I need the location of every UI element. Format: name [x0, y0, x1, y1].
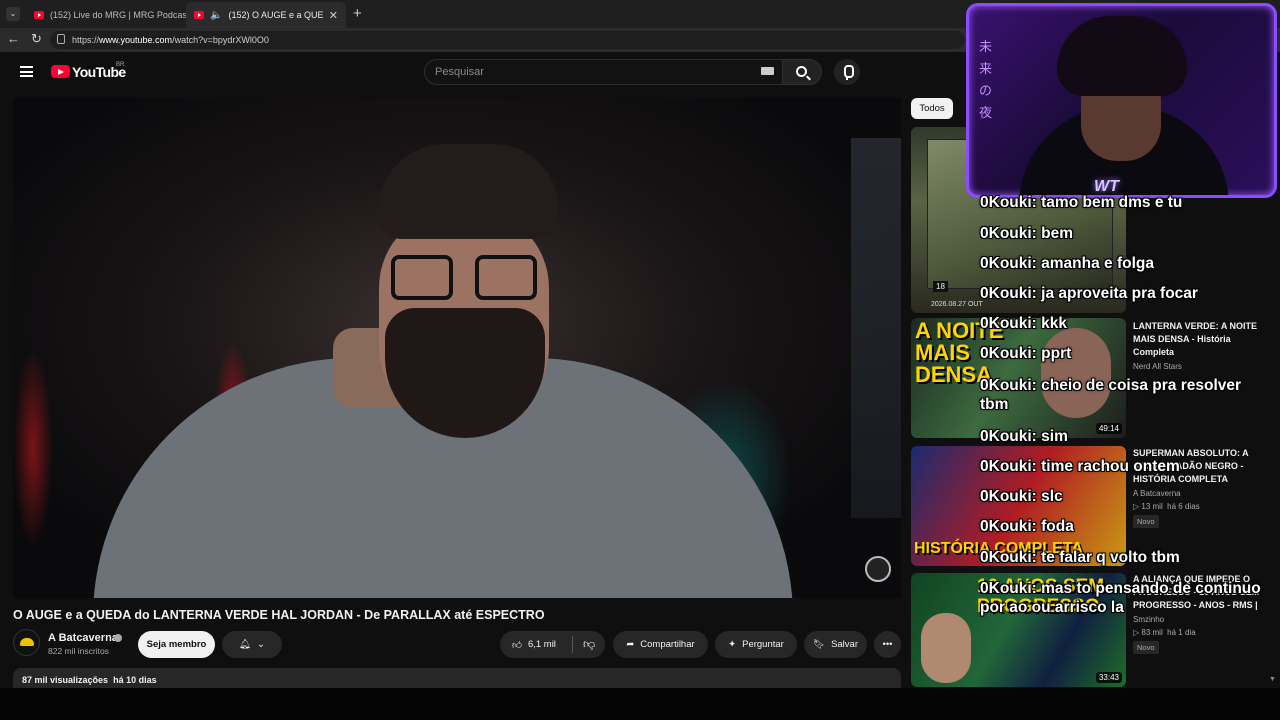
search-button[interactable] [782, 59, 822, 85]
dislike-thumbs-down-icon[interactable]: 👎︎ [583, 637, 595, 652]
tab-mrg-live[interactable]: (152) Live do MRG | MRG Podcast ✕ [26, 2, 186, 28]
glasses-right-lens [475, 255, 537, 300]
chat-message: 0Kouki: sim [980, 428, 1068, 445]
join-member-button[interactable]: Seja membro [138, 631, 215, 658]
sparkle-icon: ✦ [728, 639, 737, 650]
thumb-host-face [921, 613, 971, 683]
channel-watermark-icon[interactable] [865, 556, 891, 582]
close-tab-icon[interactable]: ✕ [329, 9, 338, 22]
chat-message: 0Kouki: bem [980, 225, 1074, 242]
voice-search-mic-icon[interactable] [834, 59, 860, 85]
new-badge: Novo [1133, 641, 1159, 654]
speaker-icon[interactable]: 🔈 [210, 10, 222, 21]
chat-message: 0Kouki: kkk [980, 315, 1068, 332]
more-options-button[interactable]: ••• [874, 631, 901, 658]
upload-date: há 10 dias [113, 675, 157, 685]
new-badge: Novo [1133, 515, 1159, 528]
url-domain: www.youtube.com [99, 35, 173, 45]
save-label: Salvar [831, 639, 858, 650]
like-dislike-divider [572, 636, 573, 653]
verified-check-icon [114, 634, 122, 642]
share-button[interactable]: ➦ Compartilhar [613, 631, 708, 658]
ask-ai-button[interactable]: ✦ Perguntar [715, 631, 797, 658]
subscriber-count: 822 mil inscritos [48, 646, 109, 656]
tab-title: (152) Live do MRG | MRG Podcast [50, 10, 186, 20]
ask-label: Perguntar [742, 639, 784, 650]
channel-name[interactable]: A Batcaverna [48, 632, 118, 644]
menu-hamburger-icon[interactable] [20, 66, 33, 77]
scroll-down-arrow-icon[interactable]: ▼ [1269, 676, 1276, 683]
chat-message: 0Kouki: amanha e folga [980, 255, 1154, 272]
background-shelf [851, 138, 901, 518]
chat-message: 0Kouki: cheio de coisa pra resolver tbm [980, 377, 1242, 413]
url-field[interactable]: https://www.youtube.com/watch?v=bpydrXWl… [50, 31, 965, 49]
chat-message: 0Kouki: ja aproveita pra focar [980, 285, 1198, 302]
site-info-icon[interactable] [57, 34, 65, 44]
youtube-favicon-icon [194, 11, 204, 19]
rec-meta: ▷ 83 mil há 1 dia [1133, 628, 1196, 637]
bell-icon: 🔔︎ [238, 639, 252, 650]
presenter-hair [379, 144, 559, 239]
new-tab-plus-icon[interactable]: + [353, 5, 362, 22]
chat-message: 0Kouki: tamo bem dms e tu [980, 194, 1183, 211]
search-input[interactable]: Pesquisar [424, 59, 786, 85]
chevron-down-icon: ⌄ [257, 639, 266, 650]
chat-message: 0Kouki: slc [980, 488, 1063, 505]
neon-kanji-sign: 未来の夜 [979, 39, 993, 120]
duration-badge: 49:14 [1095, 423, 1122, 434]
screen-bottom-bar [0, 688, 1280, 720]
video-title: O AUGE e a QUEDA do LANTERNA VERDE HAL J… [13, 608, 545, 622]
like-count: 6,1 mil [527, 639, 556, 650]
avatar-hair [1057, 16, 1187, 96]
streamer-webcam-overlay: 未来の夜 WT [966, 3, 1277, 198]
release-date: 2026.08.27 OUT [931, 301, 983, 308]
rec-title[interactable]: LANTERNA VERDE: A NOITE MAIS DENSA - His… [1133, 320, 1273, 359]
channel-avatar[interactable] [13, 629, 40, 656]
view-count: 87 mil visualizações [22, 675, 109, 685]
reload-icon[interactable]: ↻ [31, 32, 42, 46]
bookmark-icon: 🔖︎ [813, 639, 826, 650]
video-player[interactable] [13, 98, 901, 598]
description-box[interactable]: 87 mil visualizações há 10 dias [13, 668, 901, 688]
rec-channel[interactable]: A Batcaverna [1133, 489, 1181, 498]
chat-message: 0Kouki: pprt [980, 345, 1072, 362]
filter-chip-all[interactable]: Todos [911, 98, 953, 119]
country-code: BR [116, 62, 125, 68]
tab-title: (152) O AUGE e a QUEDA do LANTERNA VERDE… [228, 10, 323, 20]
ellipsis-icon: ••• [882, 639, 893, 650]
rec-channel[interactable]: Nerd All Stars [1133, 362, 1182, 371]
duration-badge: 33:43 [1095, 672, 1122, 683]
thumbs-up-icon: 👍︎ [512, 639, 522, 651]
save-button[interactable]: 🔖︎ Salvar [804, 631, 867, 658]
subscription-bell-button[interactable]: 🔔︎ ⌄ [222, 631, 282, 658]
youtube-logo-icon[interactable] [51, 65, 70, 78]
url-prefix: https:// [72, 35, 100, 45]
rating-badge: 18 [933, 281, 948, 292]
search-icon [796, 66, 807, 77]
youtube-favicon-icon [34, 11, 44, 19]
tab-active-video[interactable]: 🔈 (152) O AUGE e a QUEDA do LANTERNA VER… [186, 2, 346, 28]
chat-message: 0Kouki: te falar q volto tbm [980, 549, 1180, 566]
chat-message: 0Kouki: time rachou ontem [980, 458, 1180, 475]
rec-meta: ▷ 13 mil há 6 dias [1133, 502, 1200, 511]
chat-message: 0Kouki: foda [980, 518, 1074, 535]
chat-message: 0Kouki: mas to pensando de continuo por … [980, 580, 1261, 616]
keyboard-icon[interactable] [761, 67, 774, 75]
share-label: Compartilhar [640, 639, 695, 650]
red-light-left [13, 348, 53, 548]
share-arrow-icon: ➦ [626, 639, 635, 650]
tab-list-chevron-icon[interactable]: ⌄ [6, 7, 20, 21]
url-path: /watch?v=bpydrXWl0O0 [172, 35, 269, 45]
back-arrow-icon[interactable]: ← [7, 32, 20, 46]
glasses-left-lens [391, 255, 453, 300]
